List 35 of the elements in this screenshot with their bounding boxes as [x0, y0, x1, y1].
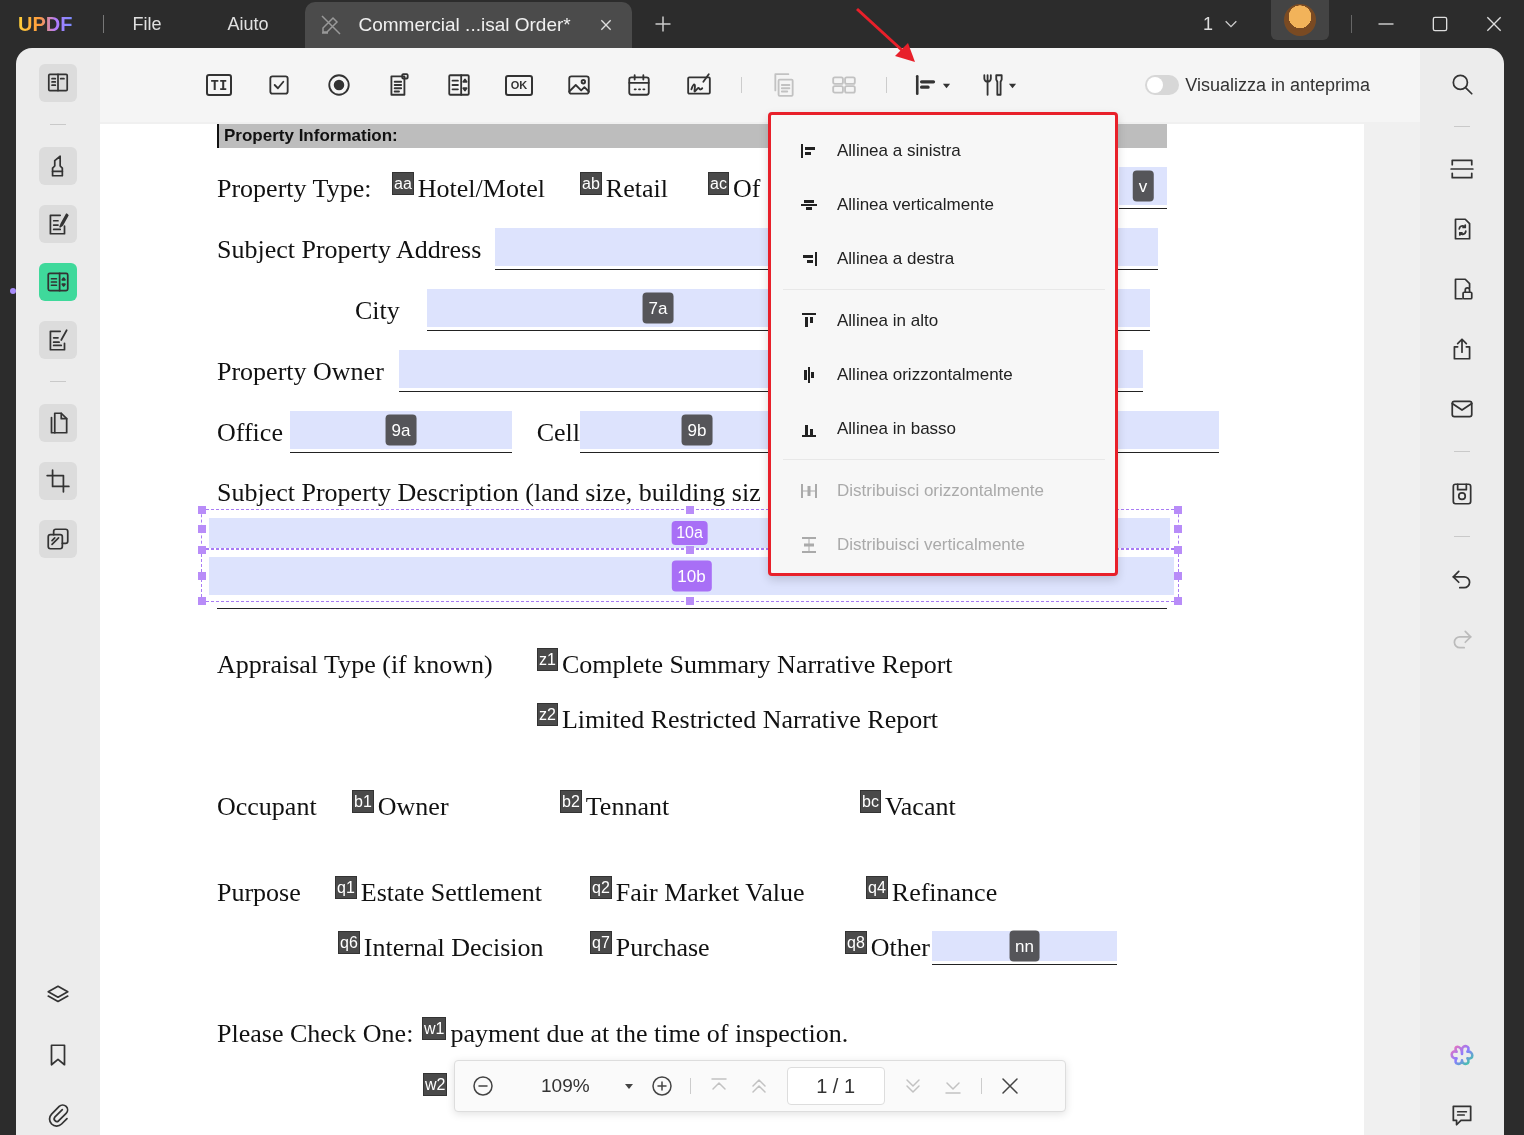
option-label: Tennant	[585, 794, 670, 820]
tab-title: Commercial ...isal Order*	[358, 14, 572, 36]
field-tag: 10b	[671, 560, 712, 592]
field-tag: v	[1132, 170, 1154, 202]
form-label: City	[355, 297, 400, 324]
option-label: Purchase	[615, 935, 710, 961]
preview-label: Visualizza in anteprima	[1185, 74, 1370, 96]
form-label: Appraisal Type (if known)	[217, 652, 493, 678]
option-label: Complete Summary Narrative Report	[561, 652, 953, 678]
form-label: Occupant	[217, 794, 317, 820]
option-label: Internal Decision	[363, 935, 544, 961]
option-label: Estate Settlement	[360, 880, 543, 906]
option-label: Hotel/Motel	[417, 175, 545, 202]
option-label: Limited Restricted Narrative Report	[561, 707, 939, 733]
field-tag: nn	[1009, 930, 1040, 962]
field-tag: 10a	[671, 521, 708, 545]
option-label: Vacant	[884, 794, 956, 820]
form-label: Purpose	[217, 880, 301, 906]
option-label: Owner	[377, 794, 449, 820]
form-label: Office	[217, 419, 283, 446]
option-label: payment due at the time of inspection.	[450, 1021, 849, 1047]
option-label: Refinance	[891, 880, 998, 906]
field-tag: 7a	[642, 292, 674, 324]
option-label: Retail	[605, 175, 668, 202]
form-label: Property Type:	[217, 175, 372, 202]
form-label: Property Owner	[217, 358, 384, 385]
form-label: Subject Property Description (land size, building siz	[217, 480, 761, 506]
option-label: Of	[732, 175, 761, 202]
option-label: Other	[870, 935, 930, 961]
field-tag: 9b	[681, 414, 713, 446]
form-label: Subject Property Address	[217, 236, 482, 263]
form-label: Cell	[536, 419, 580, 446]
form-label: Please Check One:	[217, 1021, 414, 1047]
option-label: Fair Market Value	[615, 880, 805, 906]
field-tag: 9a	[385, 414, 417, 446]
